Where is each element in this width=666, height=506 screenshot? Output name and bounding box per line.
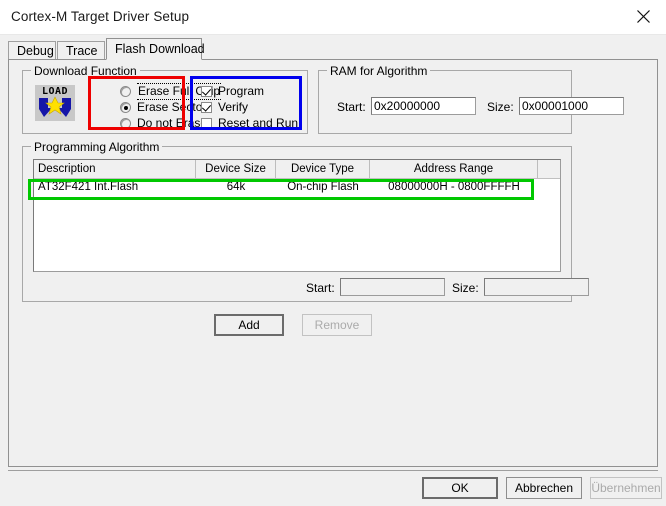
window-title: Cortex-M Target Driver Setup (11, 9, 190, 24)
column-header-extra[interactable] (538, 160, 560, 178)
ram-start-label: Start: (337, 100, 366, 114)
checkbox-verify-label: Verify (218, 100, 249, 114)
close-icon (636, 10, 650, 23)
checkbox-program-label: Program (218, 84, 265, 98)
tab-flash-download-label: Flash Download (115, 42, 205, 56)
programming-algorithm-table[interactable]: Description Device Size Device Type Addr… (33, 159, 561, 272)
checkbox-program-indicator (201, 86, 212, 97)
tab-debug-label: Debug (17, 44, 54, 58)
column-header-address-range[interactable]: Address Range (370, 160, 538, 178)
cell-device-type: On-chip Flash (287, 181, 359, 193)
cell-address-range: 08000000H - 0800FFFFH (388, 181, 520, 193)
column-header-device-size[interactable]: Device Size (196, 160, 276, 178)
checkbox-verify-indicator (201, 102, 212, 113)
target-driver-setup-dialog: Cortex-M Target Driver Setup Debug Trace… (0, 0, 666, 506)
tab-flash-download[interactable]: Flash Download (106, 38, 205, 60)
tab-trace-label: Trace (66, 44, 98, 58)
cancel-button[interactable]: Abbrechen (506, 477, 582, 499)
apply-button: Übernehmen (590, 477, 662, 499)
radio-erase-sectors-indicator (120, 102, 131, 113)
radio-erase-full-chip-indicator (120, 86, 131, 97)
tab-trace[interactable]: Trace (57, 41, 105, 59)
ram-start-input[interactable]: 0x20000000 (371, 97, 476, 115)
algorithm-size-label: Size: (452, 281, 479, 295)
ram-size-label: Size: (487, 100, 514, 114)
column-header-description[interactable]: Description (34, 160, 196, 178)
title-bar: Cortex-M Target Driver Setup (0, 0, 666, 35)
ram-for-algorithm-group: RAM for Algorithm Start: 0x20000000 Size… (318, 64, 624, 134)
algorithm-size-input[interactable] (484, 278, 589, 296)
column-header-device-type[interactable]: Device Type (276, 160, 370, 178)
table-row[interactable]: AT32F421 Int.Flash 64k On-chip Flash 080… (34, 179, 560, 196)
ram-size-input[interactable]: 0x00001000 (519, 97, 624, 115)
download-function-title: Download Function (31, 64, 140, 78)
ram-for-algorithm-title: RAM for Algorithm (327, 64, 431, 78)
download-arrow-icon (39, 96, 71, 117)
footer-separator (8, 470, 658, 471)
load-icon: LOAD (35, 85, 75, 121)
programming-algorithm-title: Programming Algorithm (31, 140, 163, 154)
add-button[interactable]: Add (214, 314, 284, 336)
checkbox-reset-and-run-indicator (201, 118, 212, 129)
table-header-row: Description Device Size Device Type Addr… (34, 160, 560, 179)
tab-debug[interactable]: Debug (8, 41, 56, 59)
remove-button: Remove (302, 314, 372, 336)
close-button[interactable] (620, 0, 666, 33)
ok-button[interactable]: OK (422, 477, 498, 499)
algorithm-start-input[interactable] (340, 278, 445, 296)
radio-do-not-erase-label: Do not Erase (137, 116, 208, 130)
radio-do-not-erase-indicator (120, 118, 131, 129)
download-function-group: Download Function LOAD Erase Full Chip E… (22, 64, 308, 134)
checkbox-reset-and-run-label: Reset and Run (218, 116, 299, 130)
cell-extra (538, 179, 560, 196)
cell-device-size: 64k (226, 181, 246, 193)
cell-description: AT32F421 Int.Flash (38, 181, 139, 193)
algorithm-start-label: Start: (306, 281, 335, 295)
